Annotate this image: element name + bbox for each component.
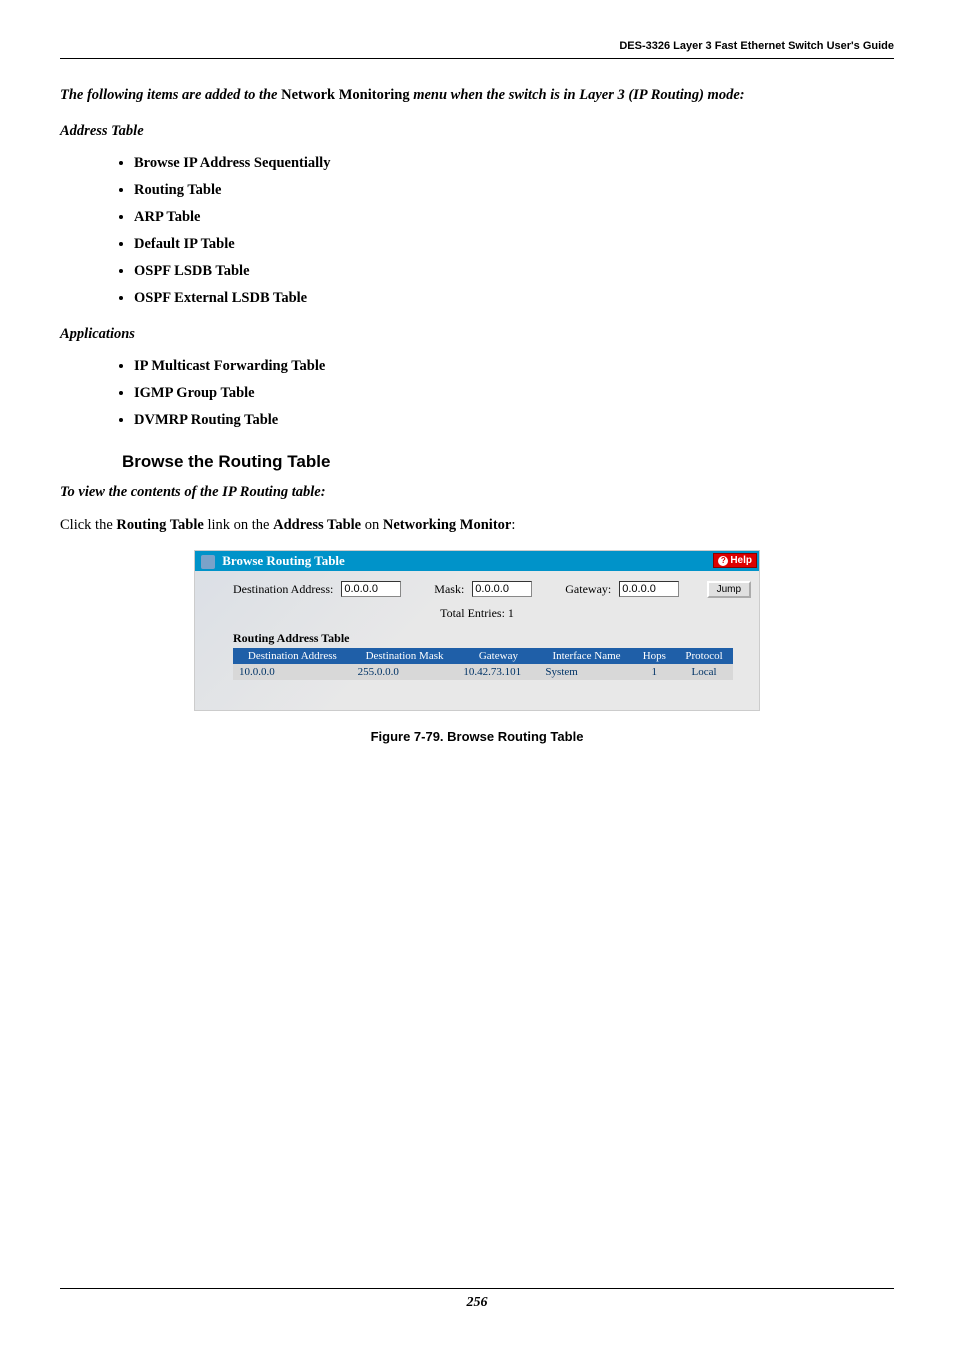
click-b3: Networking Monitor [383, 517, 511, 533]
list-item: Browse IP Address Sequentially [134, 150, 894, 177]
list-item: DVMRP Routing Table [134, 407, 894, 434]
intro-pre: The following items are added to the [60, 87, 281, 103]
click-pre: Click the [60, 517, 116, 533]
panel-body: Destination Address: Mask: Gateway: Jump… [195, 571, 759, 710]
gear-icon [201, 555, 215, 569]
click-mid1: link on the [204, 517, 273, 533]
section-applications: Applications [60, 326, 894, 343]
gateway-label: Gateway: [565, 582, 611, 597]
table-row: 10.0.0.0 255.0.0.0 10.42.73.101 System 1… [233, 664, 733, 680]
td-hops: 1 [634, 664, 675, 680]
th-dest-addr: Destination Address [233, 648, 352, 664]
gateway-input[interactable] [619, 581, 679, 597]
td-protocol: Local [675, 664, 733, 680]
list-item: Default IP Table [134, 231, 894, 258]
td-dest-addr: 10.0.0.0 [233, 664, 352, 680]
help-label: Help [730, 555, 752, 566]
list-item: OSPF External LSDB Table [134, 285, 894, 312]
mask-label: Mask: [434, 582, 464, 597]
figure-caption: Figure 7-79. Browse Routing Table [60, 729, 894, 744]
th-gateway: Gateway [457, 648, 539, 664]
list-item: ARP Table [134, 204, 894, 231]
routing-address-table: Destination Address Destination Mask Gat… [233, 648, 733, 680]
table-header-row: Destination Address Destination Mask Gat… [233, 648, 733, 664]
page-footer: 256 [60, 1288, 894, 1311]
dest-addr-input[interactable] [341, 581, 401, 597]
panel-title-text: Browse Routing Table [222, 553, 345, 568]
click-b1: Routing Table [116, 517, 203, 533]
list-item: Routing Table [134, 177, 894, 204]
routing-address-table-title: Routing Address Table [233, 631, 751, 646]
th-dest-mask: Destination Mask [352, 648, 458, 664]
filter-row: Destination Address: Mask: Gateway: Jump [233, 581, 751, 598]
intro-netmon: Network Monitoring [281, 87, 409, 103]
td-interface: System [539, 664, 633, 680]
intro-post: menu when the switch is in Layer 3 (IP R… [410, 87, 745, 103]
th-interface: Interface Name [539, 648, 633, 664]
address-table-list: Browse IP Address Sequentially Routing T… [60, 150, 894, 312]
browse-routing-table-panel: Browse Routing Table ? Help Destination … [194, 550, 760, 711]
subheading-browse-routing: Browse the Routing Table [122, 452, 894, 472]
list-item: IGMP Group Table [134, 380, 894, 407]
click-mid2: on [361, 517, 383, 533]
page-number: 256 [467, 1295, 488, 1310]
list-item: OSPF LSDB Table [134, 258, 894, 285]
click-instruction: Click the Routing Table link on the Addr… [60, 517, 894, 534]
td-gateway: 10.42.73.101 [457, 664, 539, 680]
question-icon: ? [718, 556, 728, 566]
click-post: : [511, 517, 515, 533]
help-button[interactable]: ? Help [713, 553, 757, 568]
intro-paragraph: The following items are added to the Net… [60, 85, 894, 107]
click-b2: Address Table [273, 517, 361, 533]
th-hops: Hops [634, 648, 675, 664]
list-item: IP Multicast Forwarding Table [134, 353, 894, 380]
applications-list: IP Multicast Forwarding Table IGMP Group… [60, 353, 894, 434]
panel-titlebar: Browse Routing Table ? Help [195, 551, 759, 571]
jump-button[interactable]: Jump [707, 581, 751, 598]
to-view-instruction: To view the contents of the IP Routing t… [60, 484, 894, 501]
dest-addr-label: Destination Address: [233, 582, 333, 597]
page-header: DES-3326 Layer 3 Fast Ethernet Switch Us… [60, 40, 894, 59]
mask-input[interactable] [472, 581, 532, 597]
td-dest-mask: 255.0.0.0 [352, 664, 458, 680]
section-address-table: Address Table [60, 123, 894, 140]
total-entries: Total Entries: 1 [203, 606, 751, 621]
th-protocol: Protocol [675, 648, 733, 664]
